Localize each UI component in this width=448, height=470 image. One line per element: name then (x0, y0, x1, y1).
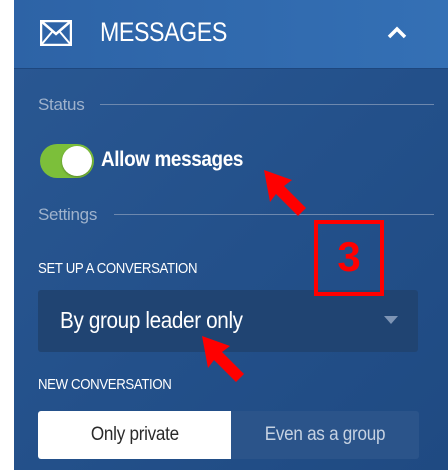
setup-conversation-value: By group leader only (60, 307, 243, 333)
panel-title: MESSAGES (100, 17, 227, 47)
allow-messages-toggle[interactable] (40, 144, 94, 178)
step-number: 3 (337, 233, 361, 280)
chevron-up-icon[interactable] (382, 20, 412, 46)
caret-down-icon (384, 316, 398, 324)
option-even-as-group-label: Even as a group (264, 424, 386, 445)
annotation-arrow-icon (202, 336, 244, 382)
status-section-label: Status (38, 95, 85, 114)
option-only-private-label: Only private (90, 424, 179, 445)
new-conversation-caption: NEW CONVERSATION (38, 376, 172, 393)
option-only-private[interactable]: Only private (38, 411, 231, 459)
panel-header[interactable]: MESSAGES (14, 0, 448, 69)
setup-conversation-caption: SET UP A CONVERSATION (38, 260, 198, 277)
status-divider (100, 104, 434, 105)
option-even-as-group[interactable]: Even as a group (231, 411, 419, 459)
step-number-box: 3 (314, 220, 384, 296)
allow-messages-label: Allow messages (101, 148, 244, 171)
settings-section-label: Settings (38, 205, 98, 224)
messages-panel: MESSAGES Status Allow messages Settings … (14, 0, 448, 470)
annotation-arrow-icon (264, 170, 306, 216)
toggle-knob (62, 146, 92, 176)
envelope-icon (40, 20, 72, 46)
